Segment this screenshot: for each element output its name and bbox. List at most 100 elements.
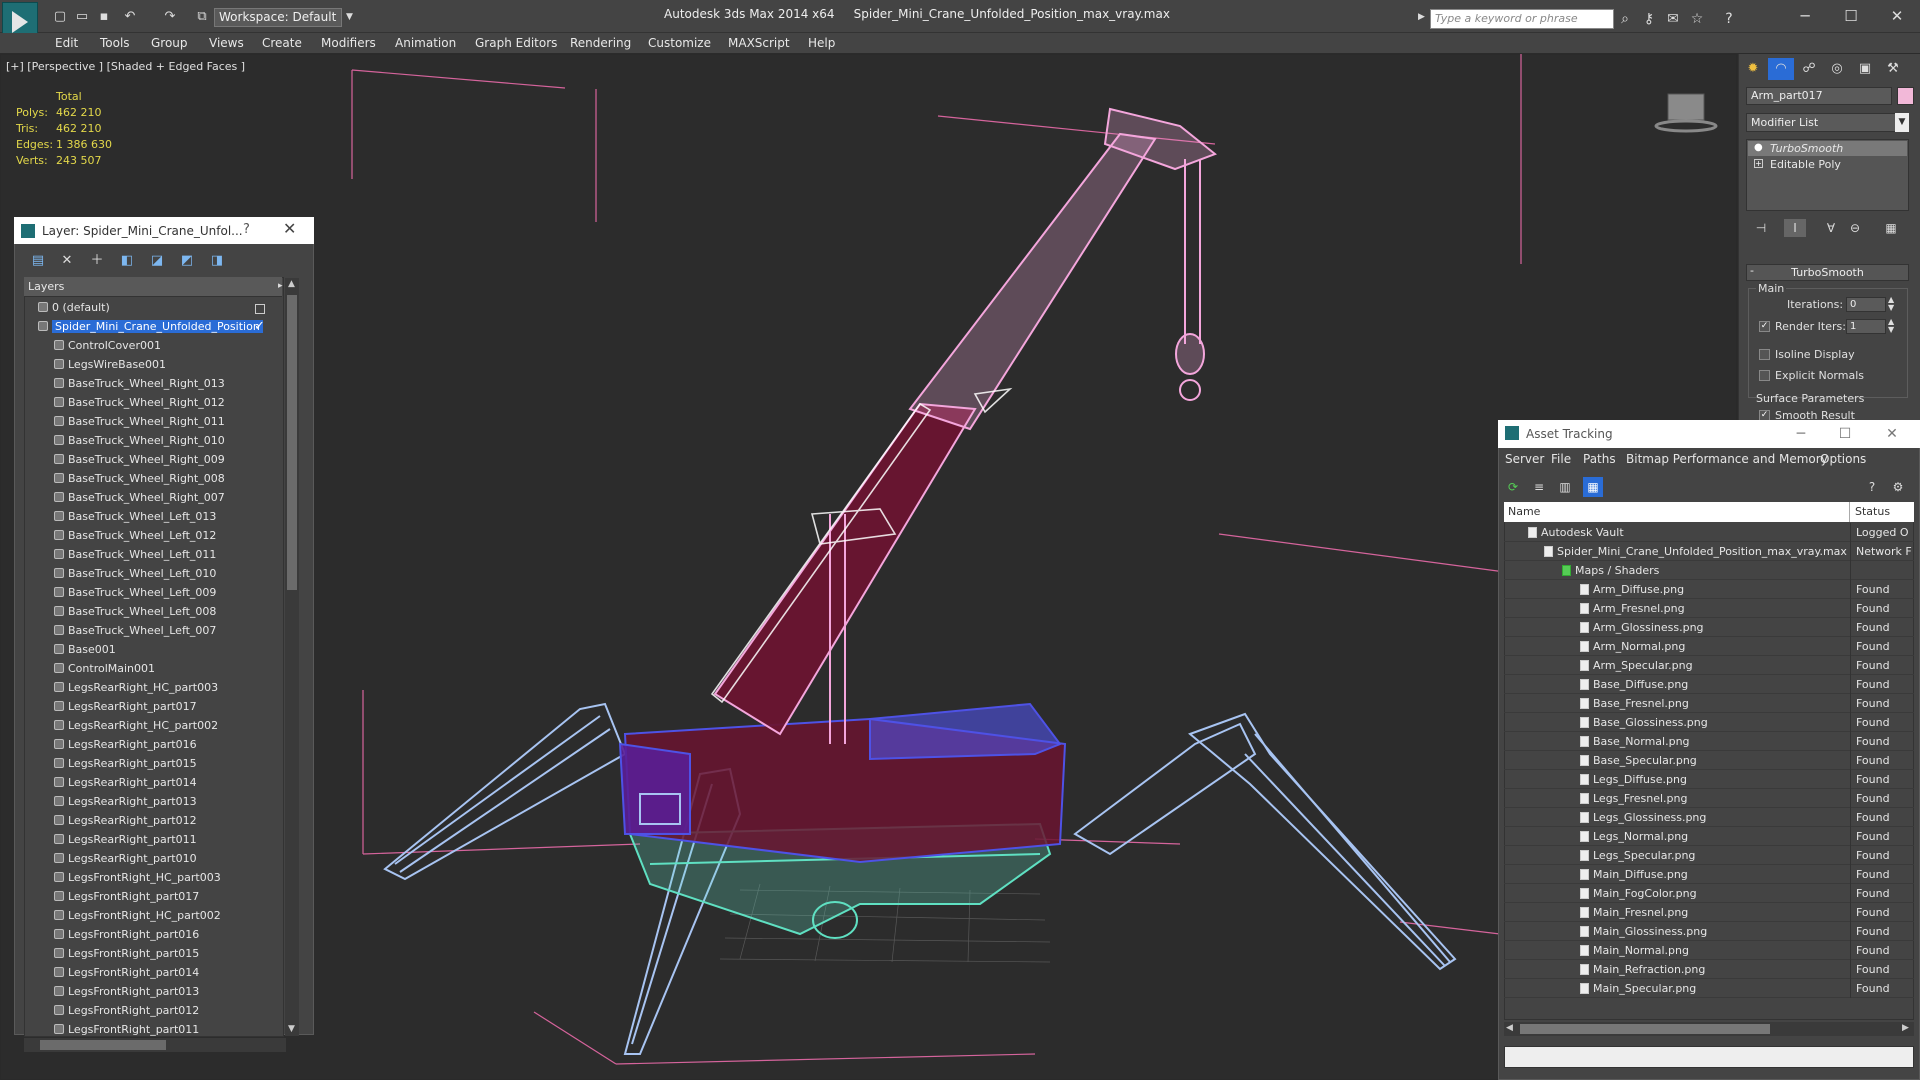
layer-row[interactable]: BaseTruck_Wheel_Left_008 [24,602,248,621]
minimize-button[interactable]: ─ [1782,4,1828,28]
layer-row[interactable]: LegsRearRight_part016 [24,735,248,754]
layer-row[interactable]: LegsRearRight_part010 [24,849,248,868]
asset-row[interactable]: Main_Diffuse.png Found [1504,865,1914,884]
layer-row[interactable]: ControlMain001 [24,659,248,678]
layer-row[interactable]: 0 (default) [24,298,248,317]
asset-row[interactable]: Spider_Mini_Crane_Unfolded_Position_max_… [1504,542,1914,561]
menu-animation[interactable]: Animation [395,34,456,52]
create-tab-icon[interactable]: ✹ [1740,58,1766,80]
asset-row[interactable]: Legs_Normal.png Found [1504,827,1914,846]
layer-row[interactable]: BaseTruck_Wheel_Right_013 [24,374,248,393]
hide-all-icon[interactable]: ◩ [176,252,198,270]
layer-row[interactable]: BaseTruck_Wheel_Left_010 [24,564,248,583]
asset-row[interactable]: Arm_Normal.png Found [1504,637,1914,656]
object-color-swatch[interactable] [1897,87,1914,105]
asset-row[interactable]: Base_Specular.png Found [1504,751,1914,770]
undo-icon[interactable]: ↶ [120,8,140,26]
asset-column-name[interactable]: Name [1504,502,1850,522]
star-icon[interactable]: ☆ [1688,10,1706,28]
layer-row[interactable]: LegsFrontRight_part013 [24,982,248,1001]
layer-row[interactable]: BaseTruck_Wheel_Right_008 [24,469,248,488]
scroll-up-icon[interactable]: ▲ [288,279,295,289]
settings-icon[interactable]: ⚙ [1888,477,1908,497]
layer-row[interactable]: LegsFrontRight_part014 [24,963,248,982]
layer-row[interactable]: BaseTruck_Wheel_Left_009 [24,583,248,602]
add-to-layer-icon[interactable]: ＋ [86,252,108,270]
layer-scroll-thumb[interactable] [287,295,297,590]
layer-row[interactable]: LegsRearRight_part017 [24,697,248,716]
menu-graph-editors[interactable]: Graph Editors [475,34,557,52]
asset-row[interactable]: Main_Normal.png Found [1504,941,1914,960]
layer-create-icon[interactable]: ▤ [27,252,49,270]
menu-edit[interactable]: Edit [55,34,78,52]
menu-help[interactable]: Help [808,34,835,52]
layer-row[interactable]: LegsFrontRight_HC_part003 [24,868,248,887]
pin-stack-icon[interactable]: ⊣ [1750,219,1772,237]
binoculars-icon[interactable]: ⌕ [1616,10,1634,28]
layer-row[interactable]: BaseTruck_Wheel_Left_007 [24,621,248,640]
refresh-icon[interactable]: ⟳ [1503,477,1523,497]
asset-row[interactable]: Main_Glossiness.png Found [1504,922,1914,941]
object-name-field[interactable]: Arm_part017 [1746,87,1892,105]
freeze-all-icon[interactable]: ◨ [206,252,228,270]
menu-rendering[interactable]: Rendering [570,34,631,52]
turbosmooth-rollout-title[interactable]: TurboSmooth [1746,264,1909,281]
scroll-left-icon[interactable]: ◀ [1506,1023,1513,1033]
search-input[interactable]: Type a keyword or phrase [1430,9,1614,29]
menu-maxscript[interactable]: MAXScript [728,34,790,52]
asset-row[interactable]: Main_Fresnel.png Found [1504,903,1914,922]
layer-row[interactable]: BaseTruck_Wheel_Right_011 [24,412,248,431]
workspace-dropdown[interactable]: Workspace: Default [214,8,342,27]
hierarchy-tab-icon[interactable]: ☍ [1796,58,1822,80]
explicit-normals-checkbox[interactable] [1759,370,1770,381]
delete-layer-icon[interactable]: ✕ [56,252,78,270]
menu-views[interactable]: Views [209,34,244,52]
layer-row[interactable]: LegsFrontRight_part016 [24,925,248,944]
menu-create[interactable]: Create [262,34,302,52]
layer-row[interactable]: ControlCover001 [24,336,248,355]
menu-modifiers[interactable]: Modifiers [321,34,376,52]
key-icon[interactable]: ⚷ [1640,10,1658,28]
spinner-arrows-icon[interactable]: ▲ ▼ [1888,296,1894,312]
make-unique-icon[interactable]: ∀ [1820,219,1842,237]
communication-icon[interactable]: ✉ [1664,10,1682,28]
asset-menu-options[interactable]: Options [1820,450,1866,468]
lightbulb-icon[interactable]: ● [1754,142,1763,153]
new-file-icon[interactable]: ▢ [50,8,70,26]
menu-customize[interactable]: Customize [648,34,711,52]
spinner-arrows-icon[interactable]: ▲ ▼ [1888,318,1894,334]
asset-row[interactable]: Maps / Shaders [1504,561,1914,580]
asset-row[interactable]: Arm_Diffuse.png Found [1504,580,1914,599]
chevron-right-icon[interactable]: ▶ [1418,12,1425,22]
highlight-layer-icon[interactable]: ◪ [146,252,168,270]
thumbnail-view-icon[interactable]: ▥ [1555,477,1575,497]
layer-row[interactable]: BaseTruck_Wheel_Right_012 [24,393,248,412]
utilities-tab-icon[interactable]: ⚒ [1880,58,1906,80]
layer-row[interactable]: LegsFrontRight_part012 [24,1001,248,1020]
asset-hscroll-thumb[interactable] [1520,1024,1770,1034]
layer-row[interactable]: LegsRearRight_part011 [24,830,248,849]
iterations-spinner[interactable]: 0 [1846,297,1886,312]
display-tab-icon[interactable]: ▣ [1852,58,1878,80]
chevron-down-icon[interactable]: ▼ [1895,113,1909,132]
layer-default-checkbox[interactable] [255,304,265,314]
remove-modifier-icon[interactable]: ⊖ [1844,219,1866,237]
layer-row[interactable]: LegsRearRight_part012 [24,811,248,830]
chevron-down-icon[interactable]: ▼ [346,8,358,27]
asset-row[interactable]: Main_Specular.png Found [1504,979,1914,998]
layer-row[interactable]: LegsRearRight_part014 [24,773,248,792]
active-layer-check-icon[interactable]: ✓ [254,319,265,334]
layer-list-header[interactable]: Layers [24,277,282,297]
asset-row[interactable]: Base_Fresnel.png Found [1504,694,1914,713]
asset-row[interactable]: Arm_Fresnel.png Found [1504,599,1914,618]
redo-icon[interactable]: ↷ [160,8,180,26]
asset-column-status[interactable]: Status [1850,502,1914,522]
asset-menu-paths[interactable]: Paths [1583,450,1616,468]
layer-row[interactable]: LegsRearRight_HC_part002 [24,716,248,735]
asset-menu-bitmap-performance[interactable]: Bitmap Performance and Memory [1626,450,1828,468]
layer-row[interactable]: BaseTruck_Wheel_Left_011 [24,545,248,564]
layer-row[interactable]: LegsWireBase001 [24,355,248,374]
layer-row[interactable]: LegsFrontRight_HC_part002 [24,906,248,925]
asset-row[interactable]: Base_Glossiness.png Found [1504,713,1914,732]
layer-hscroll-thumb[interactable] [40,1040,166,1050]
